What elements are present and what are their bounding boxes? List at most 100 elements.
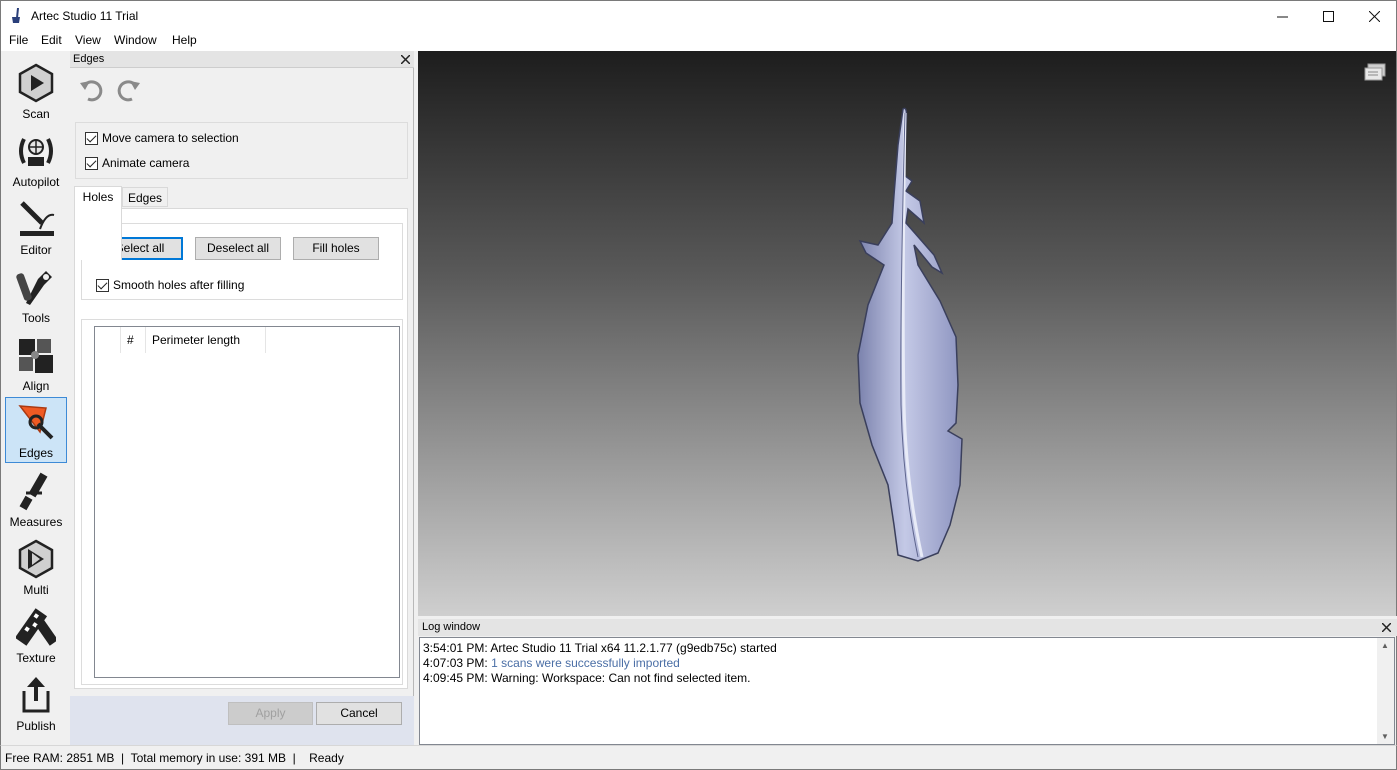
tool-texture[interactable]: Texture [5, 603, 67, 669]
tool-publish[interactable]: Publish [5, 671, 67, 737]
viewport-menu-icon[interactable] [1364, 62, 1386, 82]
scroll-up-icon[interactable]: ▲ [1381, 641, 1389, 650]
tool-scan-label: Scan [22, 107, 50, 121]
scroll-down-icon[interactable]: ▼ [1381, 732, 1389, 741]
log-title: Log window [422, 621, 481, 633]
table-header-perimeter[interactable]: Perimeter length [146, 327, 266, 353]
menu-window[interactable]: Window [114, 33, 157, 47]
tool-autopilot-label: Autopilot [12, 175, 60, 189]
move-camera-option[interactable]: Move camera to selection [85, 131, 239, 145]
log-text-area[interactable]: 3:54:01 PM: Artec Studio 11 Trial x64 11… [419, 637, 1395, 745]
3d-viewport[interactable] [418, 51, 1397, 616]
feather-model[interactable] [848, 105, 968, 565]
log-message: 1 scans were successfully imported [491, 656, 680, 670]
move-camera-label: Move camera to selection [102, 131, 239, 145]
smooth-holes-option[interactable]: Smooth holes after filling [96, 278, 244, 292]
panel-title: Edges [73, 53, 105, 65]
align-icon [19, 339, 53, 373]
log-close-button[interactable] [1381, 618, 1392, 635]
multi-icon [18, 539, 54, 579]
holes-table[interactable]: # Perimeter length [94, 326, 400, 678]
log-line: 4:09:45 PM: Warning: Workspace: Can not … [423, 671, 751, 685]
cancel-button[interactable]: Cancel [316, 702, 402, 725]
log-line: 3:54:01 PM: Artec Studio 11 Trial x64 11… [423, 641, 777, 655]
smooth-holes-label: Smooth holes after filling [113, 278, 245, 292]
tab-holes-label: Holes [82, 190, 114, 204]
log-time: 4:07:03 PM: [423, 656, 488, 670]
undo-icon[interactable] [78, 77, 104, 103]
main-toolbar: Scan Autopilot Editor Tools Align Edges … [0, 51, 70, 745]
smooth-holes-checkbox[interactable] [96, 278, 109, 292]
table-header-index[interactable]: # [121, 327, 146, 353]
maximize-icon [1322, 10, 1334, 22]
move-camera-checkbox[interactable] [85, 131, 98, 145]
tool-align[interactable]: Align [5, 331, 67, 397]
autopilot-icon [19, 138, 53, 166]
tool-measures[interactable]: Measures [5, 467, 67, 533]
close-icon [1368, 10, 1380, 22]
log-window: Log window 3:54:01 PM: Artec Studio 11 T… [418, 619, 1397, 745]
tool-align-label: Align [22, 379, 50, 393]
panel-close-button[interactable] [400, 50, 411, 67]
log-time: 3:54:01 PM: [423, 641, 488, 655]
log-message: Warning: Workspace: Can not find selecte… [491, 671, 751, 685]
animate-camera-checkbox[interactable] [85, 156, 98, 170]
tool-edges-label: Edges [18, 446, 54, 460]
panel-footer: Apply Cancel [70, 696, 414, 745]
status-text: Free RAM: 2851 MB | Total memory in use:… [5, 751, 344, 765]
tool-edges[interactable]: Edges [5, 397, 67, 463]
status-bar: Free RAM: 2851 MB | Total memory in use:… [0, 745, 1397, 770]
tool-multi[interactable]: Multi [5, 535, 67, 601]
tool-measures-label: Measures [9, 515, 63, 529]
tab-edges[interactable]: Edges [122, 187, 168, 207]
tool-scan[interactable]: Scan [5, 59, 67, 125]
log-time: 4:09:45 PM: [423, 671, 488, 685]
tool-autopilot[interactable]: Autopilot [5, 127, 67, 193]
editor-icon [20, 201, 55, 236]
holes-actions-group: Select all Deselect all Fill holes Smoot… [81, 223, 403, 300]
artec-logo-icon [12, 8, 20, 23]
panel-header: Edges [70, 51, 414, 68]
tool-texture-label: Texture [16, 651, 56, 665]
camera-options-group: Move camera to selection Animate camera [75, 122, 408, 179]
close-icon [1381, 622, 1392, 633]
redo-icon[interactable] [116, 77, 142, 103]
tab-holes[interactable]: Holes [74, 186, 122, 260]
texture-icon [16, 608, 56, 646]
animate-camera-label: Animate camera [102, 156, 190, 170]
log-scrollbar[interactable]: ▲ ▼ [1377, 638, 1394, 744]
title-bar: Artec Studio 11 Trial [0, 0, 1397, 31]
edges-panel: Edges Move camera to selection Animate c… [70, 51, 414, 745]
maximize-button[interactable] [1305, 1, 1351, 31]
tool-editor-label: Editor [20, 243, 52, 257]
publish-icon [22, 677, 50, 713]
tool-editor[interactable]: Editor [5, 195, 67, 261]
close-icon [400, 54, 411, 65]
menu-help[interactable]: Help [172, 33, 197, 47]
close-button[interactable] [1351, 1, 1397, 31]
tab-edges-label: Edges [127, 191, 163, 205]
fill-holes-button[interactable]: Fill holes [293, 237, 379, 260]
tool-tools[interactable]: Tools [5, 263, 67, 329]
animate-camera-option[interactable]: Animate camera [85, 156, 189, 170]
menu-file[interactable]: File [9, 33, 28, 47]
log-message: Artec Studio 11 Trial x64 11.2.1.77 (g9e… [490, 641, 777, 655]
measures-icon [19, 472, 48, 511]
scan-icon [18, 63, 54, 103]
menu-bar: File Edit View Window Help [0, 31, 1397, 51]
deselect-all-button[interactable]: Deselect all [195, 237, 281, 260]
menu-view[interactable]: View [75, 33, 101, 47]
edges-icon [18, 405, 54, 440]
apply-button[interactable]: Apply [228, 702, 313, 725]
window-title: Artec Studio 11 Trial [31, 9, 139, 23]
log-header: Log window [418, 619, 1397, 636]
table-header-select[interactable] [95, 327, 121, 353]
menu-edit[interactable]: Edit [41, 33, 62, 47]
tool-tools-label: Tools [21, 311, 50, 325]
tool-multi-label: Multi [23, 583, 49, 597]
holes-tab-pane: Select all Deselect all Fill holes Smoot… [74, 208, 408, 689]
minimize-button[interactable] [1259, 1, 1305, 31]
tools-icon [16, 271, 52, 305]
tool-publish-label: Publish [16, 719, 56, 733]
log-line: 4:07:03 PM: 1 scans were successfully im… [423, 656, 680, 670]
